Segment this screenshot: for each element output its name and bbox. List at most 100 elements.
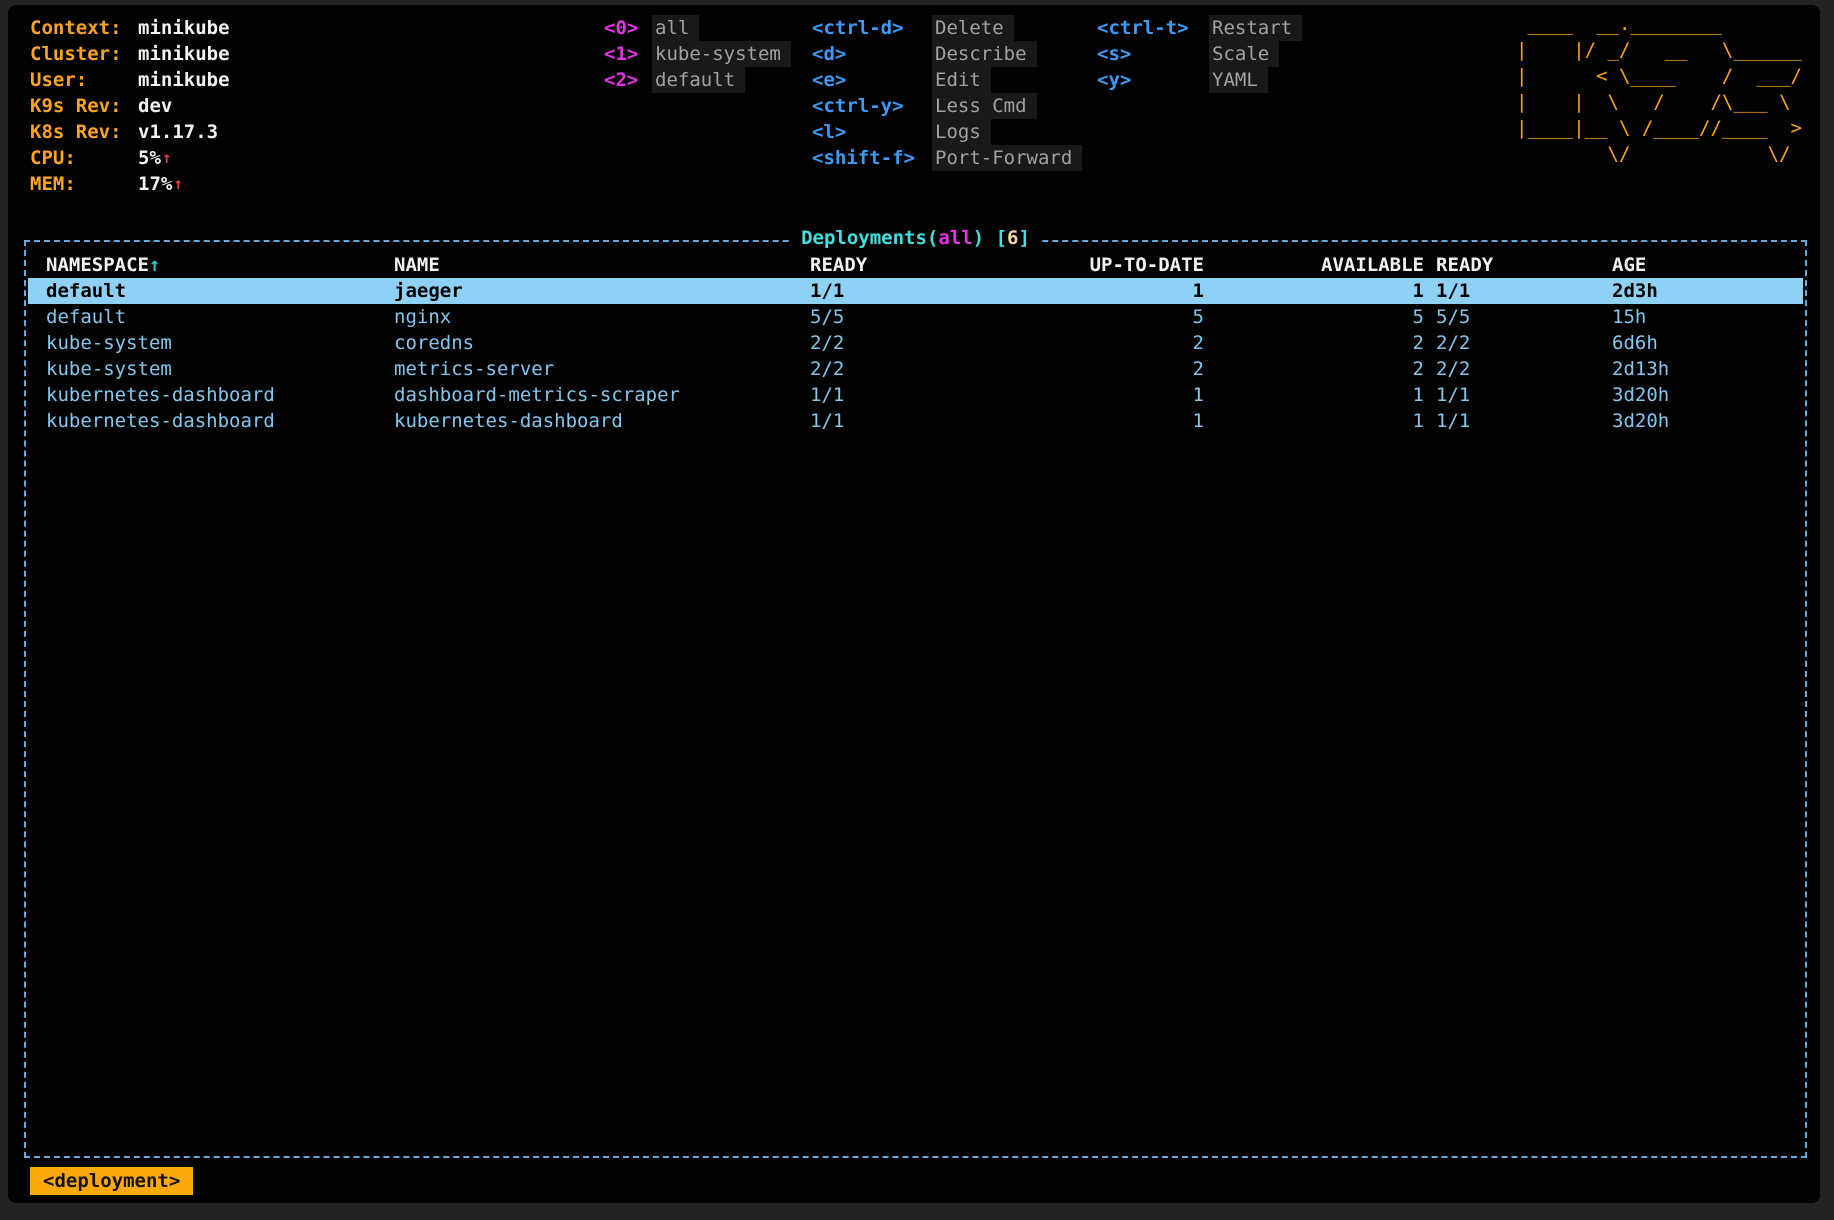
table-row[interactable]: defaultjaeger1/1111/12d3h xyxy=(28,278,1803,304)
cluster-info-label: MEM: xyxy=(30,171,138,197)
cluster-info-row: CPU:5%↑ xyxy=(30,145,230,171)
table-row[interactable]: kubernetes-dashboardkubernetes-dashboard… xyxy=(28,408,1803,434)
breadcrumb-deployment[interactable]: <deployment> xyxy=(30,1167,193,1195)
column-header[interactable]: READY xyxy=(810,252,867,278)
shortcut-key: <1> xyxy=(604,41,652,67)
table-cell: 1/1 xyxy=(810,278,844,304)
column-header-label: READY xyxy=(1436,254,1493,276)
shortcut-label: Delete xyxy=(932,15,1014,41)
keybinding-menu-primary: <ctrl-d>Delete<d>Describe<e>Edit<ctrl-y>… xyxy=(812,15,1082,171)
table-cell: 1/1 xyxy=(1436,382,1470,408)
shortcut-label: kube-system xyxy=(652,41,791,67)
menu-item[interactable]: <e>Edit xyxy=(812,67,1082,93)
sort-arrow-icon: ↑ xyxy=(149,254,160,276)
table-title-part: all xyxy=(938,227,972,249)
menu-item[interactable]: <ctrl-y>Less Cmd xyxy=(812,93,1082,119)
table-row[interactable]: kube-systemcoredns2/2222/26d6h xyxy=(28,330,1803,356)
table-cell: 15h xyxy=(1612,304,1646,330)
table-cell: 2d13h xyxy=(1612,356,1669,382)
column-header[interactable]: NAMESPACE↑ xyxy=(46,252,160,278)
table-cell: 1 xyxy=(1006,408,1204,434)
namespace-shortcut-item[interactable]: <1>kube-system xyxy=(604,41,791,67)
shortcut-key: <2> xyxy=(604,67,652,93)
terminal-screen: Context:minikubeCluster:minikubeUser:min… xyxy=(8,5,1820,1203)
table-cell: 2 xyxy=(1006,330,1204,356)
keybinding-menu-secondary: <ctrl-t>Restart<s>Scale<y>YAML xyxy=(1097,15,1302,93)
table-title-part: ] xyxy=(1018,227,1029,249)
menu-item[interactable]: <s>Scale xyxy=(1097,41,1302,67)
menu-item[interactable]: <l>Logs xyxy=(812,119,1082,145)
table-cell: 1/1 xyxy=(810,382,844,408)
column-header-label: READY xyxy=(810,254,867,276)
table-cell: 1/1 xyxy=(810,408,844,434)
table-row[interactable]: kubernetes-dashboard dashboard-metrics-sc… xyxy=(28,382,1803,408)
shortcut-key: <e> xyxy=(812,67,932,93)
table-cell: kube-system xyxy=(46,356,172,382)
cluster-info-value: minikube xyxy=(138,15,230,41)
column-header[interactable]: AGE xyxy=(1612,252,1646,278)
cluster-info-row: K8s Rev:v1.17.3 xyxy=(30,119,230,145)
shortcut-label: Restart xyxy=(1209,15,1302,41)
cluster-info-value: v1.17.3 xyxy=(138,119,218,145)
table-cell: 5 xyxy=(1224,304,1424,330)
table-row[interactable]: kube-systemmetrics-server2/2222/22d13h xyxy=(28,356,1803,382)
shortcut-label: Edit xyxy=(932,67,991,93)
table-title-part: ) xyxy=(973,227,996,249)
table-cell: 2/2 xyxy=(1436,330,1470,356)
column-header[interactable]: READY xyxy=(1436,252,1493,278)
table-cell: 2 xyxy=(1224,330,1424,356)
namespace-shortcut-item[interactable]: <0>all xyxy=(604,15,791,41)
shortcut-key: <d> xyxy=(812,41,932,67)
table-cell: 1 xyxy=(1224,382,1424,408)
table-cell: 1 xyxy=(1006,382,1204,408)
shortcut-label: Less Cmd xyxy=(932,93,1037,119)
menu-item[interactable]: <ctrl-d>Delete xyxy=(812,15,1082,41)
table-header-row: NAMESPACE↑ NAME READY UP-TO-DATE AVAILABLE RE… xyxy=(28,252,1803,278)
trend-up-icon: ↑ xyxy=(162,145,172,171)
shortcut-label: default xyxy=(652,67,745,93)
column-header[interactable]: UP-TO-DATE xyxy=(1006,252,1204,278)
cluster-info-row: Context:minikube xyxy=(30,15,230,41)
table-cell: 1 xyxy=(1006,278,1204,304)
table-cell: dashboard-metrics-scraper xyxy=(394,382,680,408)
cluster-info-value: minikube xyxy=(138,67,230,93)
table-cell: jaeger xyxy=(394,278,463,304)
table-cell: 2/2 xyxy=(1436,356,1470,382)
table-cell: 1/1 xyxy=(1436,278,1470,304)
table-cell: 5/5 xyxy=(1436,304,1470,330)
shortcut-key: <s> xyxy=(1097,41,1209,67)
table-cell: kubernetes-dashboard xyxy=(394,408,623,434)
shortcut-key: <ctrl-y> xyxy=(812,93,932,119)
menu-item[interactable]: <d>Describe xyxy=(812,41,1082,67)
table-body: defaultjaeger1/1111/12d3hdefaultnginx5/5… xyxy=(28,278,1803,434)
cluster-info-label: K8s Rev: xyxy=(30,119,138,145)
deployments-table: Deployments(all) [6] NAMESPACE↑NAMEREADY… xyxy=(24,240,1807,1158)
table-cell: kubernetes-dashboard xyxy=(46,382,275,408)
shortcut-key: <shift-f> xyxy=(812,145,932,171)
menu-item[interactable]: <shift-f>Port-Forward xyxy=(812,145,1082,171)
namespace-shortcut-item[interactable]: <2>default xyxy=(604,67,791,93)
table-cell: 1 xyxy=(1224,408,1424,434)
table-cell: 1/1 xyxy=(1436,408,1470,434)
column-header-label: AVAILABLE xyxy=(1321,254,1424,276)
shortcut-key: <l> xyxy=(812,119,932,145)
column-header[interactable]: AVAILABLE xyxy=(1224,252,1424,278)
cluster-info-label: Context: xyxy=(30,15,138,41)
column-header[interactable]: NAME xyxy=(394,252,440,278)
table-title-part: 6 xyxy=(1007,227,1018,249)
cluster-info-label: Cluster: xyxy=(30,41,138,67)
cluster-info-label: K9s Rev: xyxy=(30,93,138,119)
table-cell: 2 xyxy=(1224,356,1424,382)
table-cell: nginx xyxy=(394,304,451,330)
table-title-part: Deployments( xyxy=(801,227,938,249)
shortcut-key: <0> xyxy=(604,15,652,41)
shortcut-label: YAML xyxy=(1209,67,1268,93)
cluster-info-panel: Context:minikubeCluster:minikubeUser:min… xyxy=(30,15,230,197)
table-cell: 2/2 xyxy=(810,330,844,356)
menu-item[interactable]: <y>YAML xyxy=(1097,67,1302,93)
menu-item[interactable]: <ctrl-t>Restart xyxy=(1097,15,1302,41)
table-cell: coredns xyxy=(394,330,474,356)
table-row[interactable]: defaultnginx5/5555/515h xyxy=(28,304,1803,330)
shortcut-label: Port-Forward xyxy=(932,145,1082,171)
table-cell: default xyxy=(46,278,126,304)
